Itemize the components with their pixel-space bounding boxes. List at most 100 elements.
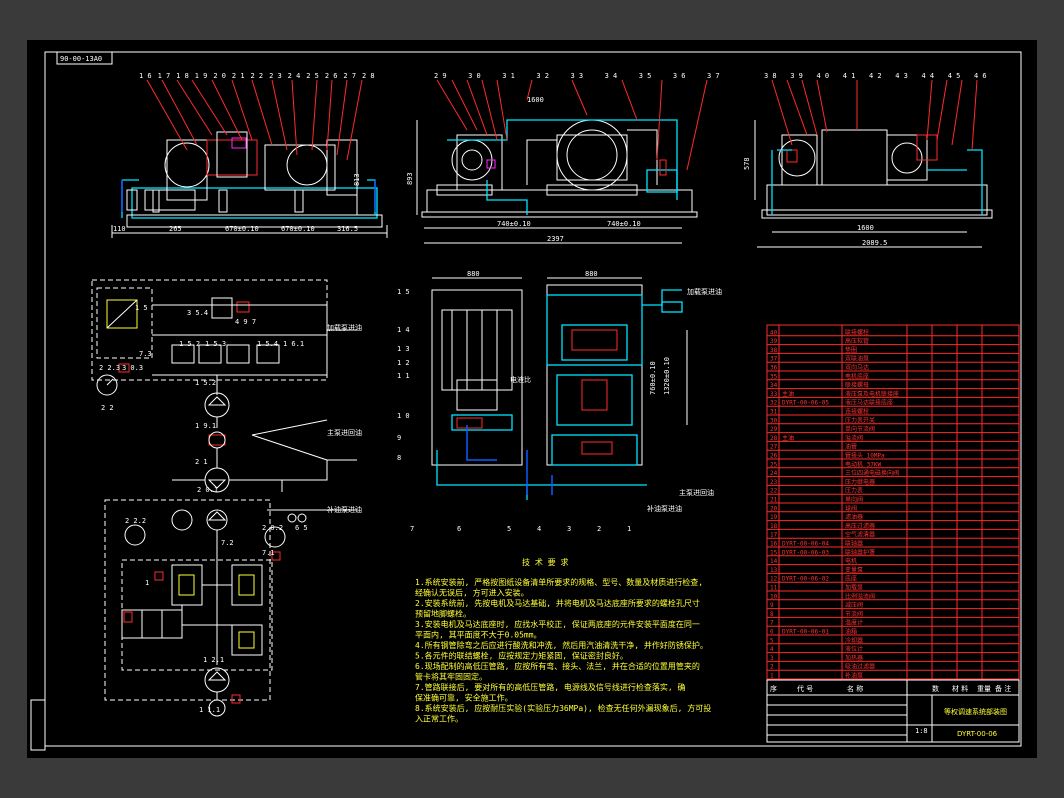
parts-row-number: 28 xyxy=(770,435,778,442)
front-view-dimension: 265 xyxy=(169,225,182,233)
parts-row-name: 加载泵 xyxy=(845,584,863,592)
front-view-dimension: 316.5 xyxy=(337,225,358,233)
parts-row-name: 连接螺栓 xyxy=(845,408,869,416)
parts-row-number: 21 xyxy=(770,497,778,504)
parts-row-number: 37 xyxy=(770,356,778,363)
schematic-label: 7.2 xyxy=(221,539,234,547)
drawing-title: 等权调速系统部装图 xyxy=(944,707,1007,716)
parts-row-name: 联轴器 xyxy=(845,540,863,548)
parts-row-number: 32 xyxy=(770,400,778,407)
front-view: 1 61 71 81 92 02 12 22 32 42 52 62 72 8 … xyxy=(111,72,388,238)
right-view-label: 3 9 xyxy=(790,72,803,80)
note-line: 8.系统安装后, 应按耐压实验(实验压力36MPa), 检查无任何外漏现象后, … xyxy=(415,703,711,713)
parts-row-name: 联轴器护罩 xyxy=(845,548,875,556)
parts-row-name: 底座 xyxy=(845,575,857,583)
parts-row-name: 联接螺母 xyxy=(845,381,869,389)
side-view-label: 3 7 xyxy=(707,72,720,80)
front-view-label: 2 3 xyxy=(269,72,282,80)
code-tag: 90-00-13A0 xyxy=(60,55,102,63)
side-view-label: 2 9 xyxy=(434,72,447,80)
right-view-label: 4 3 xyxy=(895,72,908,80)
plan-view-label: 9 xyxy=(397,434,401,442)
note-line: 3.安装电机及马达底座时, 应找水平校正, 保证两底座的元件安装平面度在同一 xyxy=(415,619,700,629)
front-view-label: 2 1 xyxy=(232,72,245,80)
parts-row-name: 液位计 xyxy=(845,645,863,653)
plan-view-dimension: 880 xyxy=(467,270,480,278)
schematic-label: 1 6.1 xyxy=(283,340,304,348)
schematic-label: 3 5.4 xyxy=(187,309,208,317)
parts-row-number: 38 xyxy=(770,347,778,354)
parts-row-name: 高压软管 xyxy=(845,337,869,345)
parts-row-number: 4 xyxy=(770,646,774,653)
parts-row-number: 40 xyxy=(770,329,778,336)
schematic-label: 1 5.3 xyxy=(205,340,226,348)
right-view: 3 8 3 9 4 0 4 1 4 2 4 3 4 4 4 5 4 6 578 1600 2089… xyxy=(743,72,993,248)
parts-header: 序 xyxy=(770,684,777,693)
schematic-label: 1 xyxy=(145,579,149,587)
side-view-label: 3 2 xyxy=(536,72,549,80)
right-height-dim: 578 xyxy=(743,157,751,170)
plan-view-label: 7 xyxy=(410,525,414,533)
right-view-label: 4 1 xyxy=(843,72,856,80)
plan-inner-dim: 760±0.10 xyxy=(649,361,657,395)
side-view-label: 3 5 xyxy=(639,72,652,80)
parts-row-name: 双联油泵 xyxy=(845,355,869,363)
cad-drawing: 90-00-13A0 1 61 71 81 92 02 12 22 32 42 … xyxy=(30,51,1022,751)
side-view-dimension: 740±0.10 xyxy=(497,220,531,228)
right-view-label: 4 6 xyxy=(974,72,987,80)
schematic-label: 2 2 xyxy=(101,404,114,412)
valve-number: 6 5 xyxy=(295,524,308,532)
parts-row-number: 39 xyxy=(770,338,778,345)
parts-row-number: 5 xyxy=(770,637,774,644)
right-view-dimension: 1600 xyxy=(857,224,874,232)
parts-row-name: 比例溢流阀 xyxy=(845,592,875,600)
parts-row-number: 27 xyxy=(770,444,778,451)
drawing-number: DYRT-00-06 xyxy=(957,730,998,738)
parts-row-name: 球阀 xyxy=(845,504,857,512)
schematic-label: 7.1 xyxy=(262,549,275,557)
parts-row-number: 8 xyxy=(770,611,774,618)
side-view: 2 9 3 0 3 1 3 2 3 3 3 4 3 5 3 6 3 7 893 1600 740±… xyxy=(406,72,720,244)
parts-row-number: 16 xyxy=(770,541,778,548)
parts-row-code: 主油 xyxy=(782,434,794,442)
parts-row-number: 25 xyxy=(770,461,778,468)
front-view-label: 2 4 xyxy=(288,72,301,80)
parts-row-code: DYRT-00-06-04 xyxy=(782,541,829,548)
side-height-dim: 893 xyxy=(406,172,414,185)
note-line: 经确认无误后, 方可进入安装。 xyxy=(415,588,529,598)
parts-row-number: 15 xyxy=(770,549,778,556)
parts-row-name: 垫圈 xyxy=(845,346,857,354)
parts-row-name: 管接头 10MPa xyxy=(845,452,885,460)
plan-view-label: 1 1 xyxy=(397,372,410,380)
parts-row-number: 1 xyxy=(770,673,774,680)
parts-row-name: 电机底座 xyxy=(845,372,869,380)
plan-view-label: 3 xyxy=(567,525,571,533)
parts-row-name: 减压阀 xyxy=(845,601,863,609)
line-label-main: 主泵进回油 xyxy=(327,428,362,437)
plan-view-note: 加载泵进油 xyxy=(687,287,722,296)
front-view-label: 2 7 xyxy=(343,72,356,80)
front-view-label: 2 0 xyxy=(213,72,226,80)
front-view-label: 2 8 xyxy=(362,72,375,80)
note-line: 1.系统安装前, 严格按图纸设备清单所要求的规格、型号、数量及材质进行检查, xyxy=(415,577,703,587)
parts-row-name: 单向阀 xyxy=(845,496,863,504)
parts-row-number: 22 xyxy=(770,488,778,495)
side-view-dimension: 2397 xyxy=(547,235,564,243)
parts-row-number: 34 xyxy=(770,382,778,389)
front-view-label: 1 9 xyxy=(195,72,208,80)
right-view-label: 4 5 xyxy=(948,72,961,80)
parts-row-name: 压力继电器 xyxy=(845,478,875,486)
parts-row-number: 7 xyxy=(770,620,774,627)
plan-view-label: 1 5 xyxy=(397,288,410,296)
parts-row-name: 双向马达 xyxy=(845,364,869,372)
parts-row-number: 12 xyxy=(770,576,778,583)
drawing-frame: 90-00-13A0 1 61 71 81 92 02 12 22 32 42 … xyxy=(27,40,1037,758)
right-view-label: 4 4 xyxy=(922,72,935,80)
note-line: 2.安装系统前, 先按电机及马达基础, 并将电机及马达底座所要求的螺栓孔尺寸 xyxy=(415,598,700,608)
parts-row-number: 19 xyxy=(770,514,778,521)
plan-view-dimension: 880 xyxy=(585,270,598,278)
side-view-label: 3 6 xyxy=(673,72,686,80)
schematic-label: 3 0.3 xyxy=(122,364,143,372)
line-label-loading: 加载泵进油 xyxy=(327,323,362,332)
schematic-label: 2 0.1 xyxy=(197,486,218,494)
